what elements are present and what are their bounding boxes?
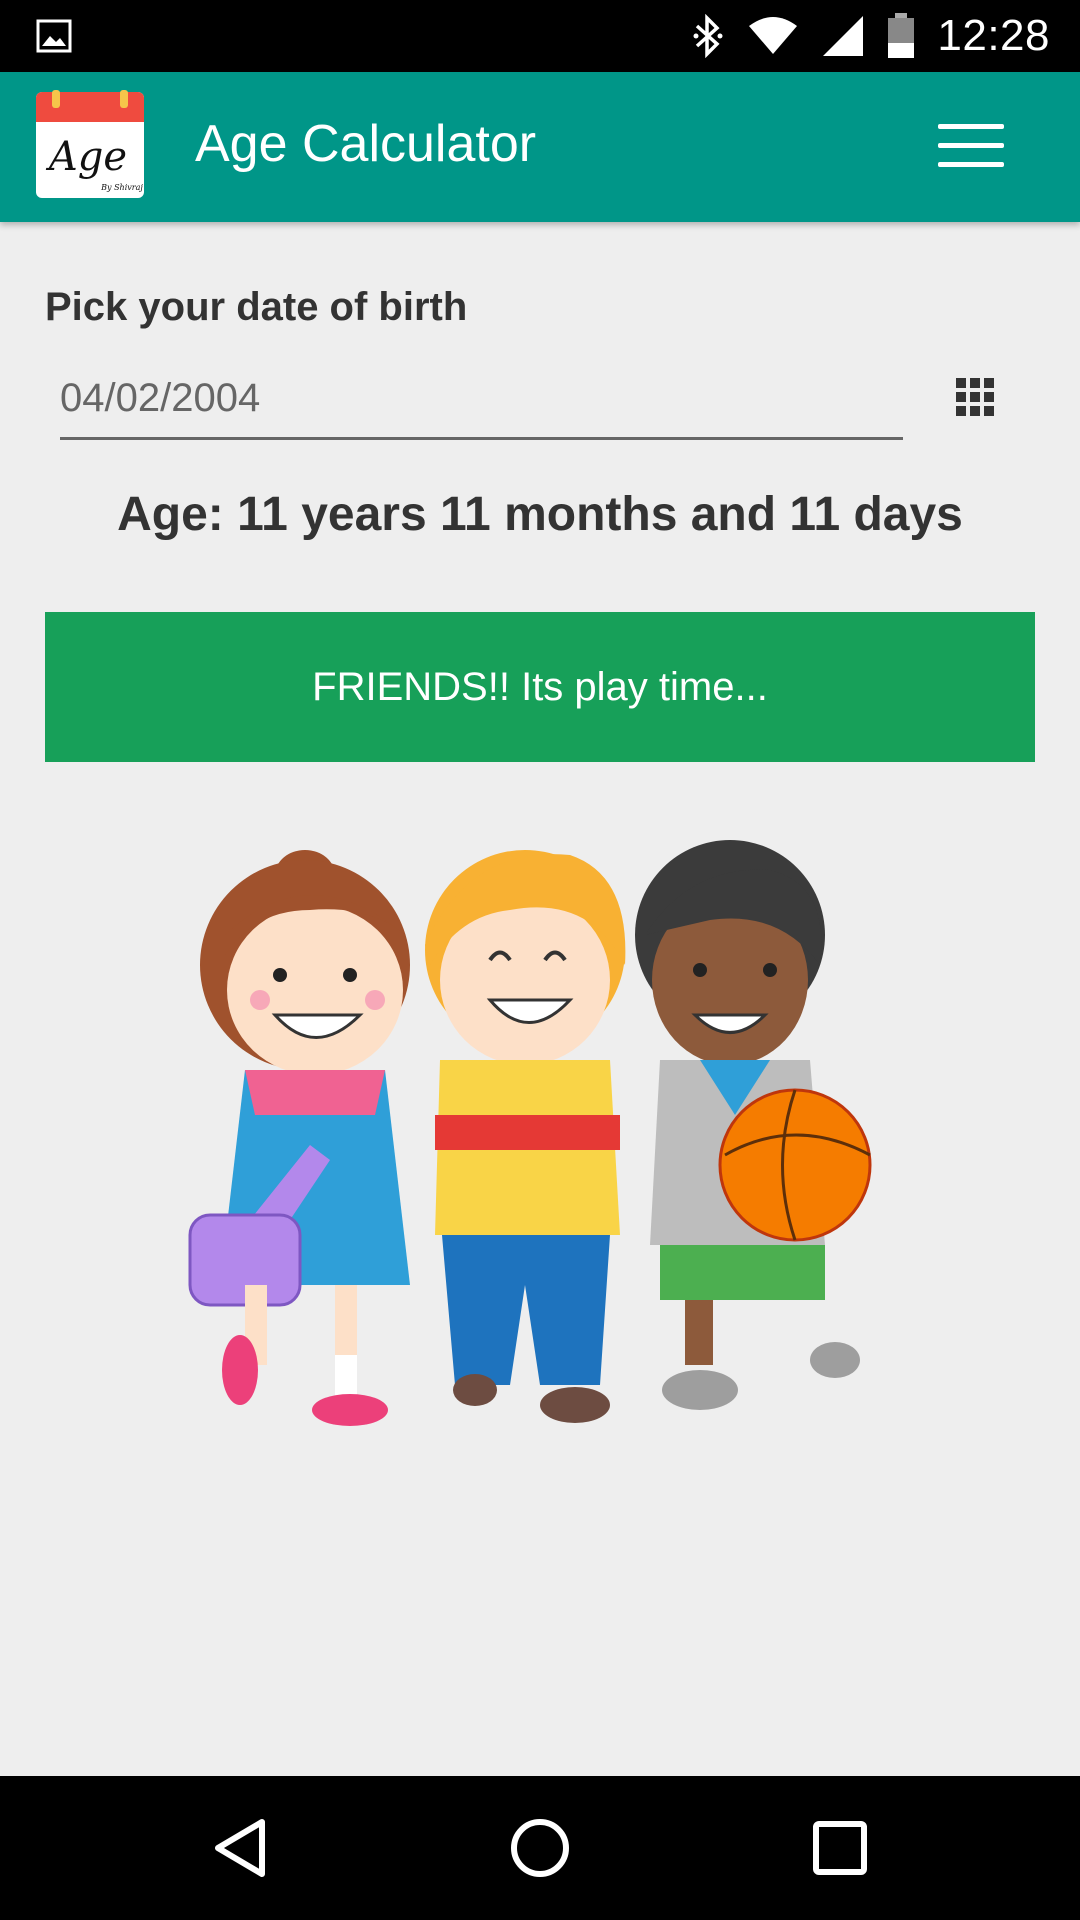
recents-icon[interactable]: [800, 1808, 880, 1888]
back-icon[interactable]: [200, 1808, 280, 1888]
dark-haired-boy-figure: [635, 840, 872, 1410]
app-logo-icon[interactable]: Age By Shivraj: [36, 90, 144, 200]
wifi-icon: [749, 17, 798, 54]
svg-text:Age: Age: [45, 134, 127, 180]
svg-text:By Shivraj: By Shivraj: [100, 183, 143, 192]
status-bar: 12:28: [0, 0, 1080, 72]
age-result: Age: 11 years 11 months and 11 days: [117, 488, 963, 541]
blond-boy-figure: [425, 850, 626, 1423]
bluetooth-icon: [693, 14, 723, 58]
navigation-bar: [0, 1776, 1080, 1920]
hamburger-menu-icon[interactable]: [930, 116, 1010, 176]
clock: 12:28: [937, 11, 1050, 60]
home-icon[interactable]: [500, 1808, 580, 1888]
app-title: Age Calculator: [195, 115, 537, 173]
girl-figure: [188, 850, 410, 1426]
status-icons: 12:28: [691, 10, 1050, 62]
calendar-grid-icon[interactable]: [950, 372, 1000, 422]
dob-label: Pick your date of birth: [45, 285, 468, 329]
app-bar: Age By Shivraj Age Calculator: [0, 72, 1080, 222]
message-button[interactable]: FRIENDS!! Its play time...: [45, 612, 1035, 762]
gallery-icon: [36, 19, 72, 53]
battery-icon: [888, 13, 915, 58]
kids-illustration: [188, 840, 872, 1426]
date-of-birth-input[interactable]: [60, 360, 903, 440]
cell-signal-icon: [823, 16, 864, 56]
